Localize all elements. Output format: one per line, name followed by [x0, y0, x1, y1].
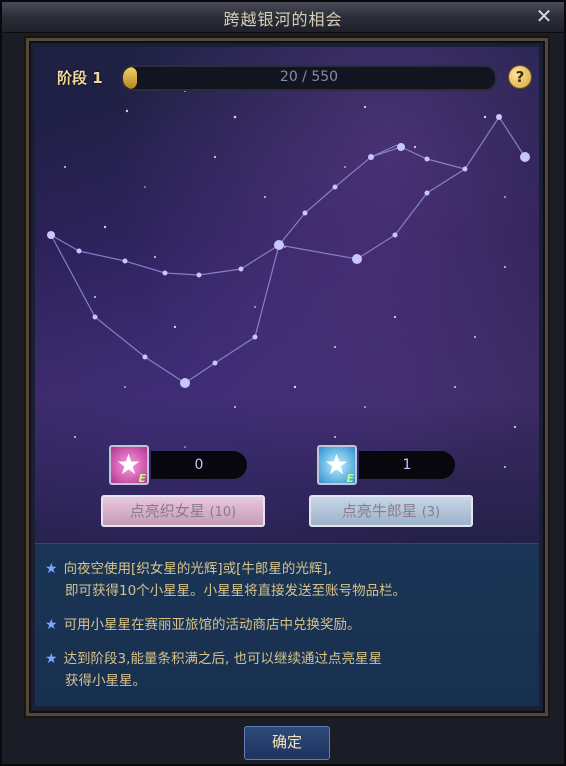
bullet-star-icon: ★: [45, 561, 58, 577]
light-vega-label: 点亮织女星: [129, 502, 205, 520]
stage-label: 阶段 1: [57, 69, 103, 87]
title-bar[interactable]: 跨越银河的相会 ✕: [2, 2, 564, 33]
bullet-star-icon: ★: [45, 617, 58, 633]
close-icon[interactable]: ✕: [534, 5, 554, 27]
light-vega-count: (10): [209, 505, 237, 520]
content-frame: 阶段 1 20 / 550 ? ★ E 0 ★ E 1 点亮织女星 (10) 点…: [26, 38, 548, 716]
altair-item-count: 1: [359, 451, 455, 479]
blue-star-icon: ★: [324, 448, 350, 481]
light-altair-label: 点亮牛郎星: [341, 502, 417, 520]
light-altair-button[interactable]: 点亮牛郎星 (3): [309, 495, 473, 527]
pink-star-icon: ★: [116, 448, 142, 481]
info-text: 达到阶段3,能量条积满之后, 也可以继续通过点亮星星: [63, 651, 383, 667]
altair-light-item-icon[interactable]: ★ E: [317, 445, 357, 485]
light-altair-count: (3): [421, 505, 441, 520]
help-icon[interactable]: ?: [509, 66, 531, 88]
info-panel: ★ 向夜空使用[织女星的光辉]或[牛郎星的光辉], 即可获得10个小星星。小星星将…: [35, 543, 539, 706]
item-tag-e: E: [346, 472, 354, 485]
item-tag-e: E: [138, 472, 146, 485]
info-text: 获得小星星。: [65, 673, 146, 689]
event-dialog: 跨越银河的相会 ✕ 阶段 1 20 / 550 ? ★ E 0 ★ E 1 点亮…: [0, 0, 566, 766]
info-text: 向夜空使用[织女星的光辉]或[牛郎星的光辉],: [63, 561, 332, 577]
confirm-button[interactable]: 确定: [244, 726, 330, 760]
info-item: ★ 可用小星星在赛丽亚旅馆的活动商店中兑换奖励。: [45, 614, 361, 636]
info-item: ★ 达到阶段3,能量条积满之后, 也可以继续通过点亮星星 获得小星星。: [45, 648, 382, 692]
night-sky-panel: 阶段 1 20 / 550 ? ★ E 0 ★ E 1 点亮织女星 (10) 点…: [35, 47, 539, 587]
dialog-title: 跨越银河的相会: [223, 10, 343, 29]
light-vega-button[interactable]: 点亮织女星 (10): [101, 495, 265, 527]
info-item: ★ 向夜空使用[织女星的光辉]或[牛郎星的光辉], 即可获得10个小星星。小星星将…: [45, 558, 406, 602]
progress-text: 20 / 550: [279, 69, 339, 85]
energy-progress-bar: 20 / 550: [121, 65, 497, 91]
info-text: 可用小星星在赛丽亚旅馆的活动商店中兑换奖励。: [63, 617, 361, 633]
vega-light-item-icon[interactable]: ★ E: [109, 445, 149, 485]
info-text: 即可获得10个小星星。小星星将直接发送至账号物品栏。: [65, 583, 407, 599]
bullet-star-icon: ★: [45, 651, 58, 667]
vega-item-count: 0: [151, 451, 247, 479]
